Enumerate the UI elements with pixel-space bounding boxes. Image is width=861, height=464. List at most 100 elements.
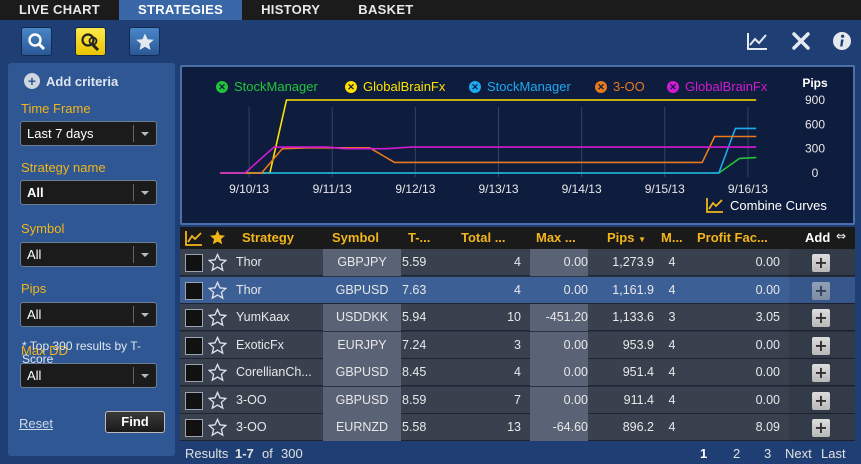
cell-profit-factor: 0.00: [755, 255, 780, 269]
cell-t-score: 7.24: [402, 337, 427, 352]
col-add[interactable]: Add: [805, 227, 830, 249]
cell-max-dd: 0.00: [530, 249, 588, 276]
cell-max-dd: 0.00: [530, 386, 588, 414]
toolbar: [0, 20, 861, 62]
add-to-basket-button[interactable]: +: [812, 254, 830, 272]
cell-t-score: 8.59: [402, 392, 427, 407]
add-to-basket-button[interactable]: +: [812, 391, 830, 410]
filter-label-time-frame: Time Frame: [21, 101, 91, 116]
symbol-value: All: [27, 247, 42, 262]
add-criteria-button[interactable]: + Add criteria: [24, 73, 118, 89]
table-footer: Results 1-7 of 300 1 2 3 Next Last: [180, 443, 855, 463]
col-months[interactable]: M...: [661, 227, 683, 249]
row-checkbox[interactable]: [185, 281, 203, 300]
sort-desc-icon: ▼: [638, 235, 647, 244]
strategies-table: Strategy Symbol T-... Total ... Max ... …: [180, 227, 855, 441]
last-page-link[interactable]: Last: [821, 446, 846, 461]
favorites-button[interactable]: [129, 27, 160, 56]
cell-total-trades: 3: [514, 337, 521, 352]
chart-view-button[interactable]: [745, 30, 769, 52]
table-row[interactable]: 3-OO EURNZD 5.58 13 -64.60 896.2 4 8.09 +: [180, 414, 855, 441]
add-to-basket-button[interactable]: +: [812, 309, 830, 327]
favorite-star-icon[interactable]: [208, 418, 227, 437]
col-t-score[interactable]: T-...: [408, 227, 430, 249]
next-page-link[interactable]: Next: [785, 446, 812, 461]
compare-search-button[interactable]: [75, 27, 106, 56]
tab-strategies[interactable]: STRATEGIES: [119, 0, 243, 20]
excel-export-button[interactable]: [789, 30, 813, 52]
table-row[interactable]: Thor GBPJPY 5.59 4 0.00 1,273.9 4 0.00 +: [180, 249, 855, 276]
col-symbol[interactable]: Symbol: [332, 227, 379, 249]
favorite-star-icon[interactable]: [208, 308, 227, 327]
info-icon: [833, 32, 851, 50]
row-checkbox[interactable]: [185, 309, 203, 327]
cell-t-score: 5.58: [402, 420, 427, 434]
chart-icon[interactable]: [185, 230, 203, 246]
reset-link[interactable]: Reset: [19, 416, 53, 431]
search-button[interactable]: [21, 27, 52, 56]
col-pips[interactable]: Pips ▼: [607, 227, 646, 249]
favorite-star-icon[interactable]: [208, 363, 227, 382]
add-to-basket-button[interactable]: +: [812, 364, 830, 382]
row-checkbox[interactable]: [185, 391, 203, 410]
tab-live-chart[interactable]: LIVE CHART: [0, 0, 119, 20]
cell-symbol: GBPUSD: [323, 359, 401, 386]
combine-curves-label: Combine Curves: [730, 197, 827, 213]
page-3[interactable]: 3: [764, 446, 771, 461]
favorite-star-icon[interactable]: [208, 253, 227, 272]
col-profit-factor[interactable]: Profit Fac...: [697, 227, 768, 249]
time-frame-select[interactable]: Last 7 days: [20, 121, 157, 146]
page-1[interactable]: 1: [700, 446, 707, 461]
excel-export-icon: [792, 32, 810, 50]
col-total-trades[interactable]: Total ...: [461, 227, 506, 249]
table-row[interactable]: 3-OO GBPUSD 8.59 7 0.00 911.4 4 0.00 +: [180, 386, 855, 414]
y-tick-label: 600: [805, 117, 825, 131]
add-to-basket-button[interactable]: +: [812, 336, 830, 355]
cell-symbol: EURNZD: [323, 414, 401, 441]
resize-arrows-icon[interactable]: ⇔: [836, 229, 846, 243]
cell-months: 4: [668, 420, 676, 434]
col-max-dd[interactable]: Max ...: [536, 227, 576, 249]
col-strategy[interactable]: Strategy: [242, 227, 294, 249]
cell-t-score: 5.94: [402, 310, 427, 324]
tab-basket[interactable]: BASKET: [339, 0, 432, 20]
tab-history[interactable]: HISTORY: [242, 0, 339, 20]
add-to-basket-button[interactable]: +: [812, 419, 830, 437]
page-2[interactable]: 2: [733, 446, 740, 461]
cell-t-score: 5.59: [402, 255, 427, 269]
row-checkbox[interactable]: [185, 419, 203, 437]
favorite-star-icon[interactable]: [209, 229, 226, 246]
series-line: [220, 135, 757, 174]
results-total: 300: [281, 446, 303, 461]
info-button[interactable]: [830, 30, 854, 52]
find-button[interactable]: Find: [105, 411, 165, 433]
chart-icon: [706, 198, 723, 213]
favorite-star-icon[interactable]: [208, 280, 227, 300]
max-dd-select[interactable]: All: [20, 363, 157, 388]
table-row[interactable]: CorellianCh... GBPUSD 8.45 4 0.00 951.4 4 0.00 +: [180, 359, 855, 386]
favorite-star-icon[interactable]: [208, 335, 227, 355]
results-range: 1-7: [235, 446, 254, 461]
combine-curves-button[interactable]: Combine Curves: [706, 197, 827, 213]
table-row[interactable]: Thor GBPUSD 7.63 4 0.00 1,161.9 4 0.00 +: [180, 276, 855, 304]
symbol-select[interactable]: All: [20, 242, 157, 267]
row-checkbox[interactable]: [185, 364, 203, 382]
strategy-name-value: All: [27, 185, 44, 200]
table-row[interactable]: ExoticFx EURJPY 7.24 3 0.00 953.9 4 0.00 +: [180, 331, 855, 359]
series-line: [220, 146, 757, 174]
cell-t-score: 7.63: [402, 282, 427, 297]
cell-profit-factor: 0.00: [755, 392, 780, 407]
cell-strategy: 3-OO: [236, 420, 267, 434]
row-checkbox[interactable]: [185, 336, 203, 355]
search-icon: [27, 32, 45, 50]
series-line: [220, 156, 757, 174]
y-tick-label: 300: [805, 142, 825, 156]
strategy-name-select[interactable]: All: [20, 180, 157, 205]
cell-max-dd: -64.60: [530, 414, 588, 441]
row-checkbox[interactable]: [185, 254, 203, 272]
cell-months: 4: [668, 337, 676, 352]
table-row[interactable]: YumKaax USDDKK 5.94 10 -451.20 1,133.6 3 3.05 +: [180, 304, 855, 331]
favorite-star-icon[interactable]: [208, 390, 227, 410]
pips-select[interactable]: All: [20, 302, 157, 327]
add-to-basket-button[interactable]: +: [812, 281, 830, 300]
